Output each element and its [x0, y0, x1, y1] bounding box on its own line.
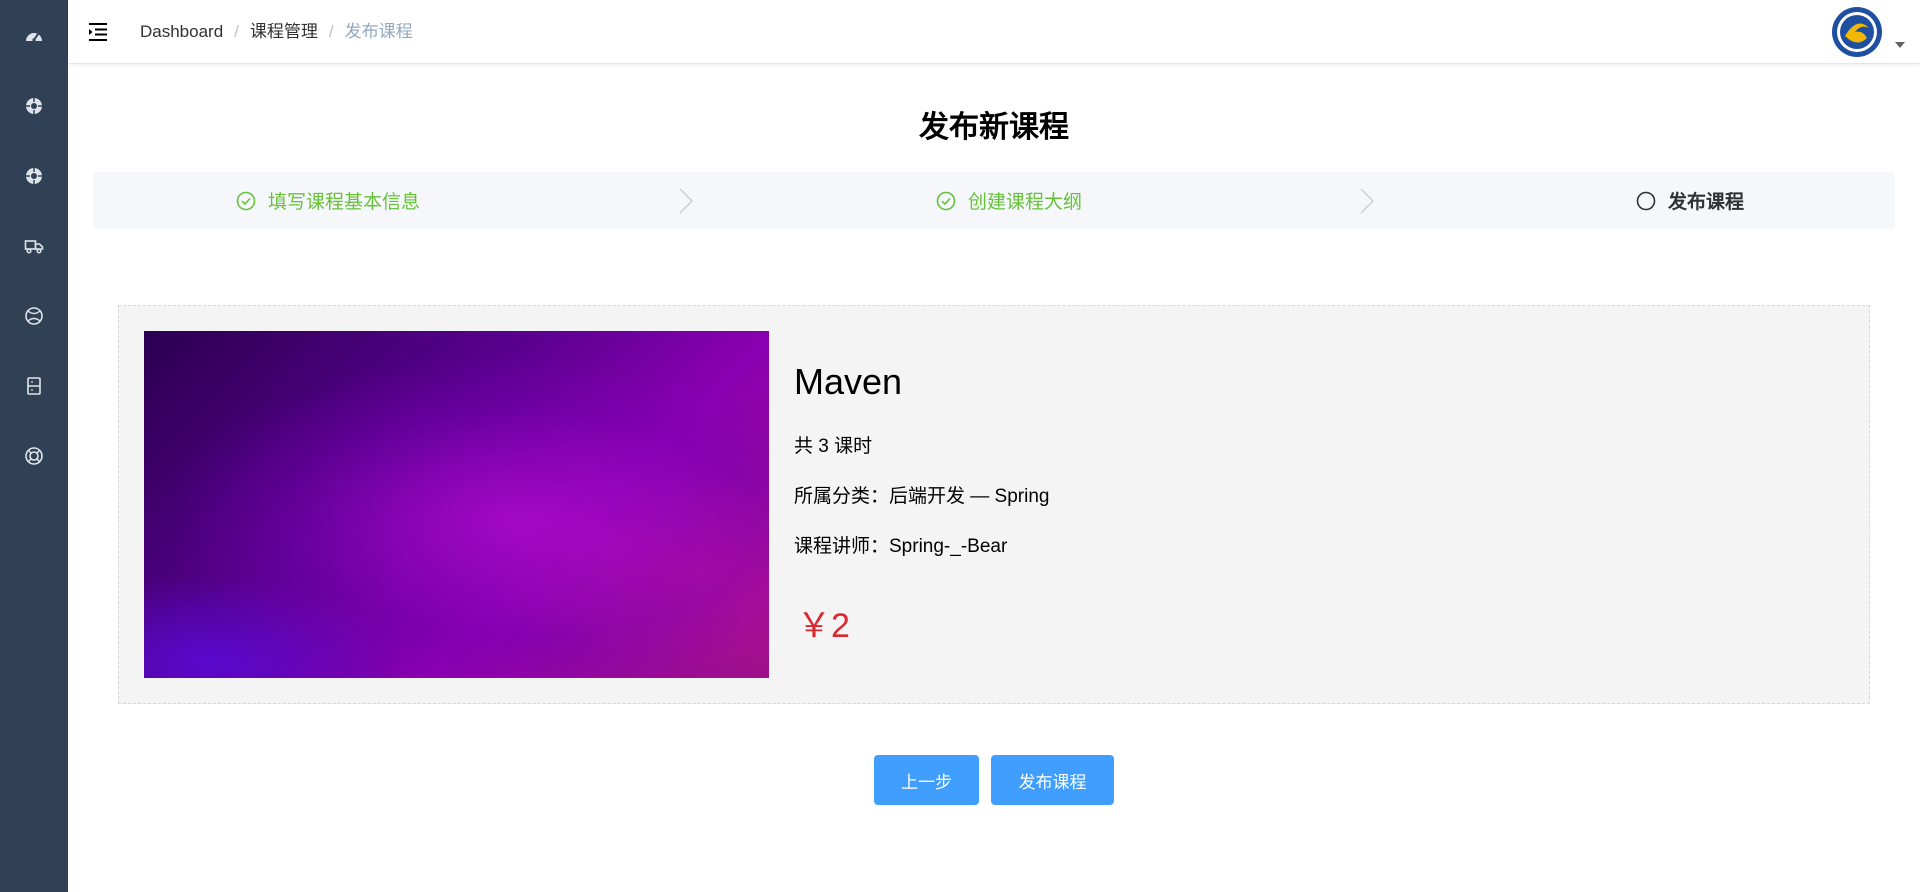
check-circle-icon [936, 191, 956, 210]
sidebar-item-course-manage[interactable] [0, 148, 68, 204]
breadcrumb: Dashboard / 课程管理 / 发布课程 [140, 20, 413, 44]
breadcrumb-separator: / [234, 22, 239, 41]
dashboard-icon [26, 33, 42, 42]
truck-icon [24, 240, 44, 254]
avatar[interactable] [1831, 6, 1883, 58]
course-cover-image [144, 331, 769, 678]
step-2-label: 创建课程大纲 [968, 192, 1083, 213]
course-category: 所属分类：后端开发 — Spring [794, 486, 1050, 507]
sidebar-item-truck[interactable] [0, 218, 68, 274]
step-3-label: 发布课程 [1668, 192, 1745, 213]
sidebar-item-dashboard[interactable] [0, 8, 68, 64]
sidebar [0, 0, 68, 892]
document-icon [27, 377, 41, 395]
sidebar-item-course[interactable] [0, 78, 68, 134]
page-title: 发布新课程 [919, 111, 1069, 144]
course-price: ￥2 [797, 607, 850, 645]
sidebar-item-basketball[interactable] [0, 288, 68, 344]
previous-step-button[interactable]: 上一步 [874, 755, 979, 805]
breadcrumb-item-dashboard[interactable]: Dashboard [140, 20, 223, 44]
course-manage-icon [26, 168, 42, 184]
step-1: 填写课程基本信息 [236, 172, 420, 229]
navbar: Dashboard / 课程管理 / 发布课程 [68, 0, 1920, 64]
chevron-right-icon [1360, 188, 1374, 214]
step-3: 发布课程 [1636, 172, 1744, 229]
steps-bar: 填写课程基本信息 创建课程大纲 发布课程 [93, 172, 1895, 229]
course-icon [26, 98, 42, 114]
publish-course-button[interactable]: 发布课程 [991, 755, 1114, 805]
sidebar-item-document[interactable] [0, 358, 68, 414]
breadcrumb-item-course-manage[interactable]: 课程管理 [250, 20, 318, 44]
course-teacher: 课程讲师：Spring-_-Bear [794, 536, 1008, 557]
step-2: 创建课程大纲 [936, 172, 1082, 229]
basketball-icon [25, 307, 43, 325]
lifebuoy-icon [25, 447, 43, 465]
chevron-right-icon [679, 188, 693, 214]
course-lesson-count: 共 3 课时 [794, 436, 873, 457]
course-preview-card: Maven 共 3 课时 所属分类：后端开发 — Spring 课程讲师：Spr… [118, 305, 1870, 704]
circle-icon [1636, 191, 1656, 210]
avatar-logo-icon [1832, 7, 1882, 57]
hamburger-icon[interactable] [86, 20, 110, 44]
course-title: Maven [794, 361, 903, 402]
breadcrumb-separator: / [328, 22, 334, 41]
step-1-label: 填写课程基本信息 [268, 192, 421, 213]
caret-down-icon[interactable] [1895, 42, 1905, 48]
sidebar-item-lifebuoy[interactable] [0, 428, 68, 484]
breadcrumb-item-current: 发布课程 [344, 22, 413, 41]
check-circle-icon [236, 191, 256, 210]
